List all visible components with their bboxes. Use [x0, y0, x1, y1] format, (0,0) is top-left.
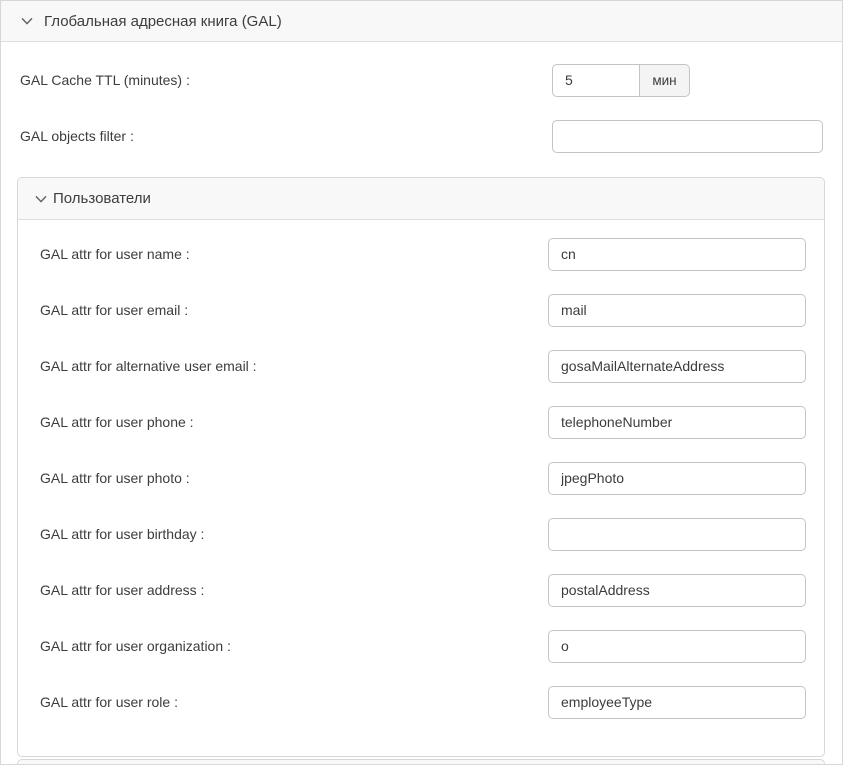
alt-user-email-attr-input[interactable]: [548, 350, 806, 383]
user-birthday-attr-input[interactable]: [548, 518, 806, 551]
gal-section-header[interactable]: Глобальная адресная книга (GAL): [1, 1, 842, 42]
gal-section-title: Глобальная адресная книга (GAL): [44, 13, 282, 30]
gal-section-body: GAL Cache TTL (minutes) : мин GAL object…: [1, 42, 842, 765]
alt-user-email-attr-label: GAL attr for alternative user email :: [37, 358, 548, 374]
user-role-attr-input[interactable]: [548, 686, 806, 719]
row-user-phone-attr: GAL attr for user phone :: [37, 394, 806, 450]
chevron-down-icon: [35, 195, 47, 203]
row-user-address-attr: GAL attr for user address :: [37, 562, 806, 618]
user-phone-attr-label: GAL attr for user phone :: [37, 414, 548, 430]
user-photo-attr-input[interactable]: [548, 462, 806, 495]
users-section-body: GAL attr for user name : GAL attr for us…: [18, 220, 824, 756]
row-user-organization-attr: GAL attr for user organization :: [37, 618, 806, 674]
gal-objects-filter-label: GAL objects filter :: [17, 128, 552, 144]
row-alt-user-email-attr: GAL attr for alternative user email :: [37, 338, 806, 394]
user-address-attr-input[interactable]: [548, 574, 806, 607]
user-photo-attr-label: GAL attr for user photo :: [37, 470, 548, 486]
row-user-email-attr: GAL attr for user email :: [37, 282, 806, 338]
user-email-attr-label: GAL attr for user email :: [37, 302, 548, 318]
users-card: Пользователи GAL attr for user name : GA…: [17, 177, 825, 757]
user-phone-attr-input[interactable]: [548, 406, 806, 439]
user-name-attr-label: GAL attr for user name :: [37, 246, 548, 262]
row-user-role-attr: GAL attr for user role :: [37, 674, 806, 730]
row-gal-objects-filter: GAL objects filter :: [17, 108, 825, 164]
ttl-unit-addon: мин: [640, 64, 690, 97]
next-section-stub[interactable]: [17, 759, 825, 765]
user-address-attr-label: GAL attr for user address :: [37, 582, 548, 598]
user-name-attr-input[interactable]: [548, 238, 806, 271]
user-organization-attr-label: GAL attr for user organization :: [37, 638, 548, 654]
row-user-name-attr: GAL attr for user name :: [37, 226, 806, 282]
gal-objects-filter-input[interactable]: [552, 120, 823, 153]
gal-settings-panel: Глобальная адресная книга (GAL) GAL Cach…: [0, 0, 843, 765]
chevron-down-icon: [21, 17, 33, 25]
row-gal-cache-ttl: GAL Cache TTL (minutes) : мин: [17, 52, 825, 108]
users-section-title: Пользователи: [53, 190, 151, 207]
gal-cache-ttl-label: GAL Cache TTL (minutes) :: [17, 72, 552, 88]
gal-cache-ttl-input[interactable]: [552, 64, 640, 97]
gal-objects-filter-control: [552, 120, 825, 153]
user-role-attr-label: GAL attr for user role :: [37, 694, 548, 710]
next-section-header[interactable]: [18, 760, 824, 765]
gal-cache-ttl-input-group: мин: [552, 64, 690, 97]
user-birthday-attr-label: GAL attr for user birthday :: [37, 526, 548, 542]
user-organization-attr-input[interactable]: [548, 630, 806, 663]
users-section-header[interactable]: Пользователи: [18, 178, 824, 220]
row-user-birthday-attr: GAL attr for user birthday :: [37, 506, 806, 562]
user-email-attr-input[interactable]: [548, 294, 806, 327]
gal-cache-ttl-control: мин: [552, 64, 825, 97]
row-user-photo-attr: GAL attr for user photo :: [37, 450, 806, 506]
